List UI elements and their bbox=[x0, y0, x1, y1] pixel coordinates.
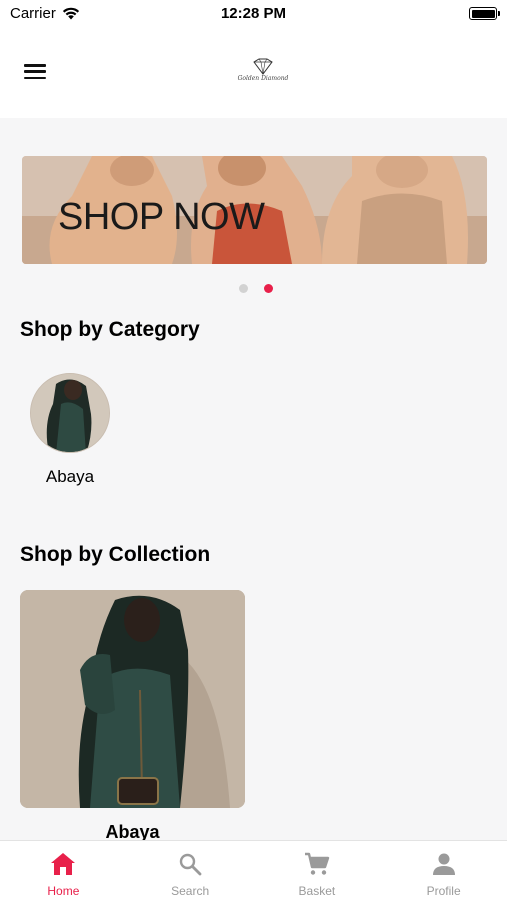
tab-basket-label: Basket bbox=[298, 884, 336, 898]
tab-basket[interactable]: Basket bbox=[254, 841, 381, 900]
logo-text: Golden Diamond bbox=[237, 75, 289, 82]
pagination-dot-active[interactable] bbox=[264, 284, 273, 293]
collection-section-title: Shop by Collection bbox=[20, 543, 211, 566]
brand-logo: Golden Diamond bbox=[232, 58, 294, 86]
tab-search-label: Search bbox=[171, 884, 210, 898]
tab-search[interactable]: Search bbox=[127, 841, 254, 900]
category-image bbox=[31, 374, 109, 452]
tab-home[interactable]: Home bbox=[0, 841, 127, 900]
collection-card-abaya[interactable]: Abaya bbox=[20, 590, 245, 842]
status-bar: Carrier 12:28 PM bbox=[0, 0, 507, 28]
tab-profile[interactable]: Profile bbox=[380, 841, 507, 900]
status-time: 12:28 PM bbox=[220, 5, 287, 22]
pagination-dot[interactable] bbox=[239, 284, 248, 293]
collection-thumbnail bbox=[20, 590, 245, 808]
battery-icon bbox=[469, 7, 500, 20]
search-icon bbox=[179, 853, 202, 876]
app-header: Golden Diamond bbox=[0, 28, 507, 118]
category-item-abaya[interactable]: Abaya bbox=[30, 373, 112, 486]
hamburger-menu-icon[interactable] bbox=[24, 64, 46, 80]
category-label: Abaya bbox=[45, 467, 95, 486]
bottom-tab-bar: Home Search Basket Profile bbox=[0, 840, 507, 900]
promo-banner[interactable]: SHOP NOW bbox=[22, 156, 487, 264]
cart-icon bbox=[304, 852, 330, 875]
category-thumbnail bbox=[30, 373, 110, 453]
category-section-title: Shop by Category bbox=[20, 318, 200, 341]
tab-profile-label: Profile bbox=[426, 884, 461, 898]
home-icon bbox=[51, 853, 76, 875]
tab-home-label: Home bbox=[47, 884, 80, 898]
collection-image bbox=[20, 590, 245, 808]
diamond-logo-icon bbox=[253, 58, 273, 75]
banner-pagination[interactable] bbox=[239, 284, 273, 293]
profile-icon bbox=[432, 853, 455, 875]
banner-headline: SHOP NOW bbox=[58, 196, 265, 238]
